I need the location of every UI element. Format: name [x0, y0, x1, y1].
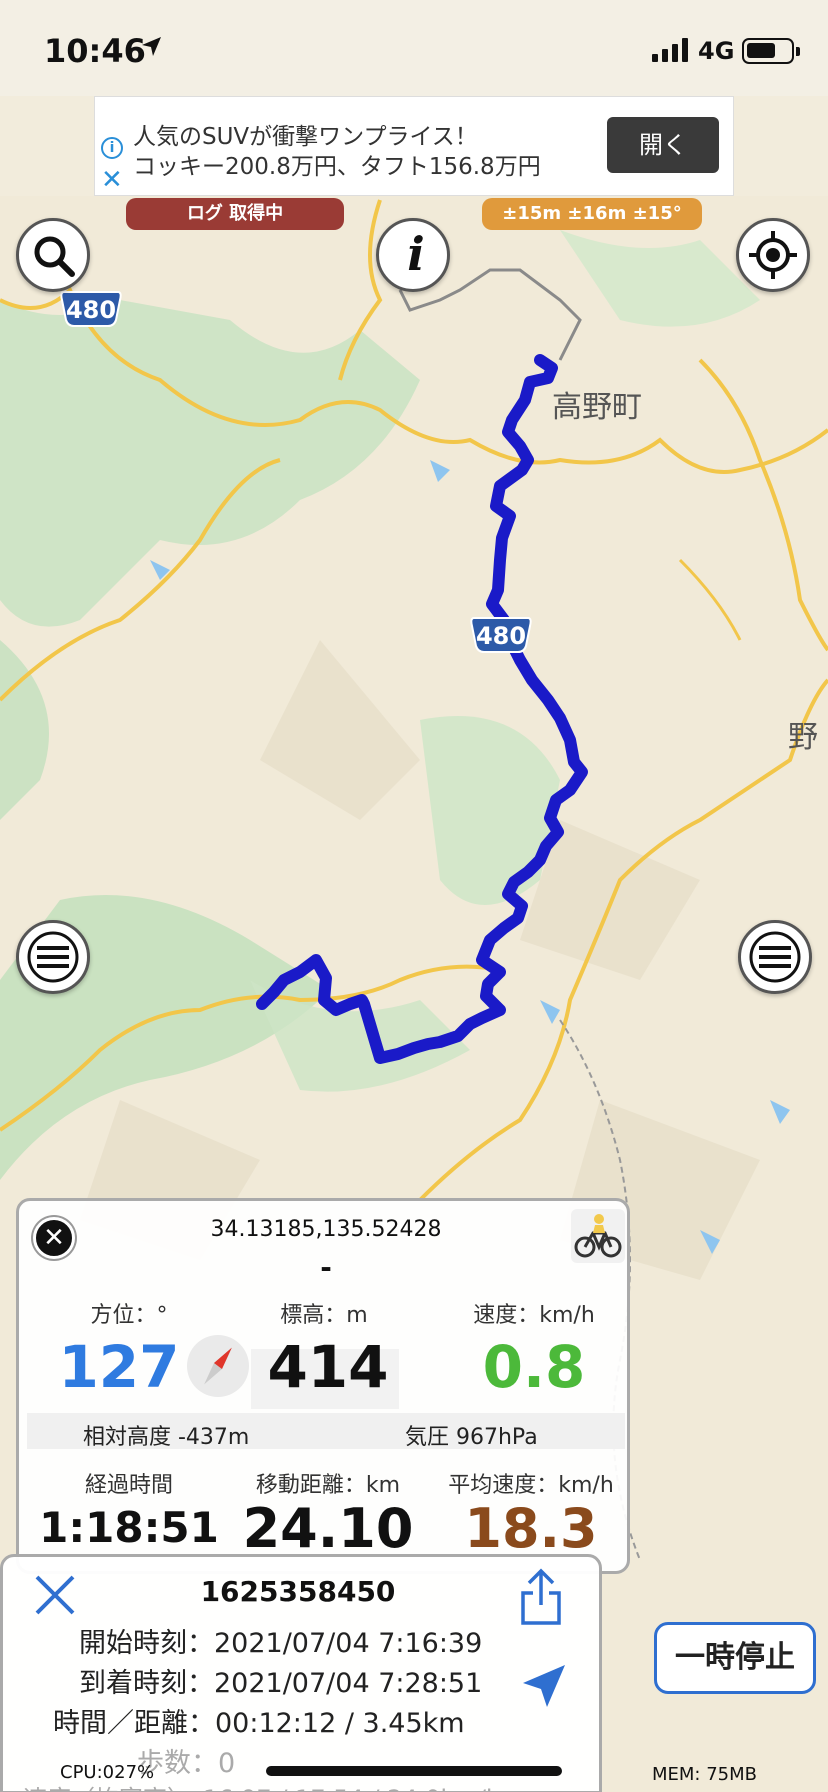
compass-icon: [187, 1335, 249, 1397]
search-icon: [34, 236, 75, 277]
navigate-icon[interactable]: [519, 1661, 569, 1711]
home-indicator[interactable]: [266, 1766, 562, 1776]
route-480-shield-center: 480: [470, 616, 532, 654]
cpu-usage: CPU:027%: [60, 1762, 155, 1783]
elapsed-label: 経過時間: [84, 1473, 173, 1498]
start-time-label: 開始時刻：: [79, 1628, 214, 1659]
hamburger-icon: [27, 931, 79, 983]
air-pressure: 気圧 967hPa: [405, 1425, 538, 1450]
stats-panel: ✕ 34.13185,135.52428 - 方位：° 標高：m 速度：km/h…: [16, 1198, 630, 1574]
network-type: 4G: [698, 37, 735, 65]
distance-label: 移動距離：km: [255, 1473, 401, 1498]
log-status-badge: ログ 取得中: [126, 198, 344, 230]
search-button[interactable]: [16, 218, 90, 292]
info-button[interactable]: i: [376, 218, 450, 292]
bearing-value: 127: [58, 1333, 180, 1401]
route-480-shield: 480: [60, 290, 122, 328]
avg-speed-label: 平均速度：km/h: [448, 1473, 614, 1498]
cellular-signal-icon: [652, 38, 688, 62]
time-distance-value: 00:12:12 / 3.45km: [215, 1708, 465, 1739]
speed-label: 速度：km/h: [473, 1303, 595, 1328]
time-distance-label: 時間／距離：: [53, 1708, 215, 1739]
elapsed-value: 1:18:51: [39, 1503, 219, 1552]
town-label: 高野町: [552, 390, 642, 425]
menu-left-button[interactable]: [16, 920, 90, 994]
distance-value: 24.10: [242, 1497, 414, 1560]
ad-banner[interactable]: i ✕ 人気のSUVが衝撃ワンプライス！ コッキー200.8万円、タフト156.…: [94, 96, 734, 196]
crosshair-icon: [749, 231, 797, 279]
battery-icon: [742, 38, 800, 64]
activity-mode-button[interactable]: [571, 1209, 625, 1263]
avg-speed-value: 18.3: [464, 1497, 598, 1560]
status-bar: 10:46 4G: [0, 0, 828, 96]
ad-subline: コッキー200.8万円、タフト156.8万円: [133, 154, 541, 180]
arrive-time-label: 到着時刻：: [79, 1668, 214, 1699]
memory-usage: MEM: 75MB: [652, 1764, 758, 1785]
pause-button[interactable]: 一時停止: [654, 1622, 816, 1694]
relative-altitude: 相対高度 -437m: [83, 1425, 250, 1450]
bicycle-icon: [574, 1214, 622, 1258]
locate-button[interactable]: [736, 218, 810, 292]
accuracy-badge: ±15m ±16m ±15°: [482, 198, 702, 230]
steps-value: 0: [218, 1748, 236, 1779]
speed-value: 0.8: [482, 1333, 586, 1401]
current-coordinates: 34.13185,135.52428: [210, 1217, 442, 1242]
menu-right-button[interactable]: [738, 920, 812, 994]
town-edge-label: 野: [788, 720, 818, 755]
route-panel: 1625358450 開始時刻：2021/07/04 7:16:39 到着時刻：…: [0, 1554, 602, 1792]
ad-open-button[interactable]: 開く: [607, 117, 719, 173]
status-time: 10:46: [44, 32, 146, 70]
place-name: -: [320, 1251, 332, 1284]
share-icon[interactable]: [517, 1567, 565, 1627]
start-time-value: 2021/07/04 7:16:39: [214, 1628, 483, 1659]
altitude-value: 414: [267, 1333, 389, 1401]
location-arrow-icon: [142, 37, 161, 56]
ad-headline: 人気のSUVが衝撃ワンプライス！: [133, 124, 478, 150]
route-id: 1625358450: [200, 1575, 396, 1608]
ad-close-icon[interactable]: ✕: [101, 167, 123, 193]
ad-info-icon[interactable]: i: [101, 137, 123, 159]
altitude-label: 標高：m: [280, 1303, 368, 1328]
arrive-time-value: 2021/07/04 7:28:51: [214, 1668, 483, 1699]
info-icon: i: [407, 227, 425, 281]
bearing-label: 方位：°: [90, 1303, 168, 1328]
hamburger-icon: [749, 931, 801, 983]
